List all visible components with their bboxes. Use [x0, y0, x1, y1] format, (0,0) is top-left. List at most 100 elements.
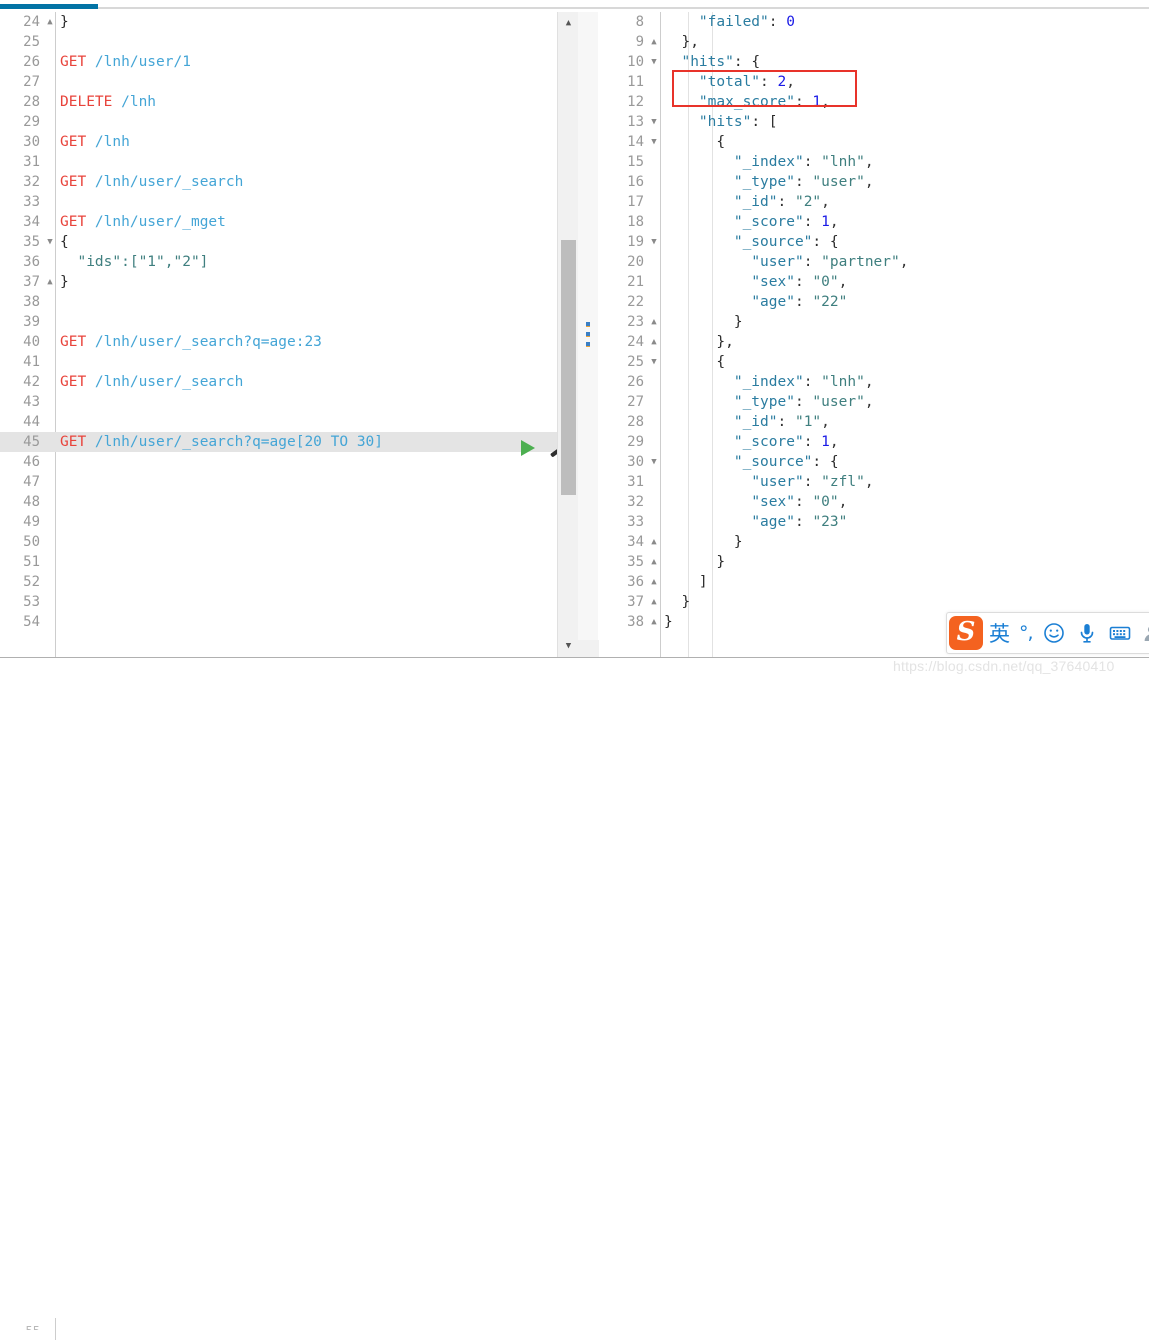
- fold-toggle-icon[interactable]: ▼: [648, 352, 660, 372]
- code-line[interactable]: 37 ▲}: [0, 272, 560, 292]
- code-line[interactable]: 34 GET /lnh/user/_mget: [0, 212, 560, 232]
- code-line[interactable]: 24 ▲}: [0, 12, 560, 32]
- ime-emoji-button[interactable]: [1033, 613, 1066, 653]
- pane-splitter[interactable]: [578, 12, 598, 657]
- fold-toggle-icon[interactable]: ▼: [44, 232, 56, 252]
- fold-toggle-icon[interactable]: ▲: [648, 592, 660, 612]
- response-viewer-code-area[interactable]: 8 "failed": 0 9 ▲ }, 10 ▼ "hits": {11 "total…: [598, 12, 1149, 657]
- code-line[interactable]: 17 "_id": "2",: [598, 192, 1149, 212]
- ime-user-button[interactable]: 9: [1132, 613, 1149, 653]
- code-line[interactable]: 22 "age": "22": [598, 292, 1149, 312]
- code-line[interactable]: 38: [0, 292, 560, 312]
- fold-toggle-icon[interactable]: ▲: [648, 32, 660, 52]
- code-line[interactable]: 26 "_index": "lnh",: [598, 372, 1149, 392]
- code-line[interactable]: 33: [0, 192, 560, 212]
- code-line[interactable]: 23 ▲ }: [598, 312, 1149, 332]
- fold-toggle-icon[interactable]: ▲: [648, 312, 660, 332]
- fold-toggle-icon[interactable]: ▼: [648, 112, 660, 132]
- request-editor-pane[interactable]: 24 ▲} 25 26 GET /lnh/user/1 27 28 DELETE /lnh 29…: [0, 12, 578, 657]
- code-line[interactable]: 52: [0, 572, 560, 592]
- request-editor-code-area[interactable]: 24 ▲} 25 26 GET /lnh/user/1 27 28 DELETE /lnh 29…: [0, 12, 578, 657]
- fold-toggle-icon[interactable]: ▼: [648, 52, 660, 72]
- fold-toggle-icon[interactable]: ▼: [648, 132, 660, 152]
- code-line[interactable]: 24 ▲ },: [598, 332, 1149, 352]
- code-line[interactable]: 29: [0, 112, 560, 132]
- fold-toggle-icon[interactable]: ▲: [648, 612, 660, 632]
- code-line[interactable]: 30 ▼ "_source": {: [598, 452, 1149, 472]
- code-line[interactable]: 28 DELETE /lnh: [0, 92, 560, 112]
- code-line[interactable]: 44: [0, 412, 560, 432]
- code-line[interactable]: 51: [0, 552, 560, 572]
- code-line[interactable]: 31: [0, 152, 560, 172]
- sogou-logo-button[interactable]: S: [947, 613, 983, 653]
- code-line[interactable]: 47: [0, 472, 560, 492]
- scrollbar-thumb[interactable]: [561, 240, 576, 495]
- code-line[interactable]: 40 GET /lnh/user/_search?q=age:23: [0, 332, 560, 352]
- response-viewer-pane[interactable]: 8 "failed": 0 9 ▲ }, 10 ▼ "hits": {11 "total…: [598, 12, 1149, 657]
- code-line[interactable]: 12 "max_score": 1,: [598, 92, 1149, 112]
- code-line[interactable]: 37 ▲ }: [598, 592, 1149, 612]
- ime-language-mode-button[interactable]: 英: [983, 613, 1010, 653]
- code-line[interactable]: 42 GET /lnh/user/_search: [0, 372, 560, 392]
- scroll-up-arrow-icon[interactable]: ▲: [558, 12, 579, 34]
- code-line[interactable]: 41: [0, 352, 560, 372]
- splitter-drag-handle-icon[interactable]: [586, 322, 590, 348]
- code-line[interactable]: 10 ▼ "hits": {: [598, 52, 1149, 72]
- fold-toggle-icon[interactable]: ▼: [648, 452, 660, 472]
- code-line[interactable]: 32 GET /lnh/user/_search: [0, 172, 560, 192]
- code-line[interactable]: 27: [0, 72, 560, 92]
- response-viewer-lines[interactable]: 8 "failed": 0 9 ▲ }, 10 ▼ "hits": {11 "total…: [598, 12, 1149, 632]
- fold-toggle-icon[interactable]: ▲: [648, 332, 660, 352]
- code-line[interactable]: 53: [0, 592, 560, 612]
- code-line[interactable]: 20 "user": "partner",: [598, 252, 1149, 272]
- sogou-ime-toolbar[interactable]: S 英 °,: [946, 612, 1149, 654]
- code-line[interactable]: 13 ▼ "hits": [: [598, 112, 1149, 132]
- code-line[interactable]: 30 GET /lnh: [0, 132, 560, 152]
- code-line[interactable]: 26 GET /lnh/user/1: [0, 52, 560, 72]
- code-line[interactable]: 14 ▼ {: [598, 132, 1149, 152]
- code-line[interactable]: 11 "total": 2,: [598, 72, 1149, 92]
- code-line[interactable]: 21 "sex": "0",: [598, 272, 1149, 292]
- fold-toggle-icon[interactable]: ▲: [648, 532, 660, 552]
- code-line[interactable]: 48: [0, 492, 560, 512]
- code-line[interactable]: 36 ▲ ]: [598, 572, 1149, 592]
- code-line[interactable]: 18 "_score": 1,: [598, 212, 1149, 232]
- scroll-down-arrow-icon[interactable]: ▼: [558, 635, 579, 657]
- code-line[interactable]: 27 "_type": "user",: [598, 392, 1149, 412]
- code-line[interactable]: 25 ▼ {: [598, 352, 1149, 372]
- code-line[interactable]: 9 ▲ },: [598, 32, 1149, 52]
- code-line[interactable]: 49: [0, 512, 560, 532]
- code-line[interactable]: 8 "failed": 0: [598, 12, 1149, 32]
- fold-toggle-icon[interactable]: ▲: [44, 12, 56, 32]
- code-line[interactable]: 31 "user": "zfl",: [598, 472, 1149, 492]
- code-line[interactable]: 46: [0, 452, 560, 472]
- active-tab-indicator[interactable]: [0, 4, 98, 9]
- code-line[interactable]: 28 "_id": "1",: [598, 412, 1149, 432]
- code-line[interactable]: 54: [0, 612, 560, 632]
- fold-toggle-icon[interactable]: ▲: [648, 552, 660, 572]
- code-line[interactable]: 32 "sex": "0",: [598, 492, 1149, 512]
- code-line[interactable]: 34 ▲ }: [598, 532, 1149, 552]
- code-line[interactable]: 39: [0, 312, 560, 332]
- code-line[interactable]: 16 "_type": "user",: [598, 172, 1149, 192]
- ime-soft-keyboard-button[interactable]: [1099, 613, 1132, 653]
- ime-voice-input-button[interactable]: [1066, 613, 1099, 653]
- code-line[interactable]: 25: [0, 32, 560, 52]
- code-line[interactable]: 19 ▼ "_source": {: [598, 232, 1149, 252]
- code-line[interactable]: 36 "ids":["1","2"]: [0, 252, 560, 272]
- code-line[interactable]: 29 "_score": 1,: [598, 432, 1149, 452]
- code-line[interactable]: 35 ▼{: [0, 232, 560, 252]
- ime-punctuation-button[interactable]: °,: [1010, 613, 1034, 653]
- run-query-button[interactable]: [518, 438, 538, 458]
- fold-toggle-icon[interactable]: ▲: [44, 272, 56, 292]
- request-editor-scrollbar[interactable]: ▲ ▼: [557, 12, 579, 657]
- fold-toggle-icon[interactable]: ▼: [648, 232, 660, 252]
- fold-toggle-icon[interactable]: ▲: [648, 572, 660, 592]
- code-line[interactable]: 45 GET /lnh/user/_search?q=age[20 TO 30]: [0, 432, 560, 452]
- request-editor-lines[interactable]: 24 ▲} 25 26 GET /lnh/user/1 27 28 DELETE /lnh 29…: [0, 12, 560, 632]
- code-line[interactable]: 15 "_index": "lnh",: [598, 152, 1149, 172]
- code-line[interactable]: 35 ▲ }: [598, 552, 1149, 572]
- code-line[interactable]: 50: [0, 532, 560, 552]
- code-line[interactable]: 33 "age": "23": [598, 512, 1149, 532]
- code-line[interactable]: 43: [0, 392, 560, 412]
